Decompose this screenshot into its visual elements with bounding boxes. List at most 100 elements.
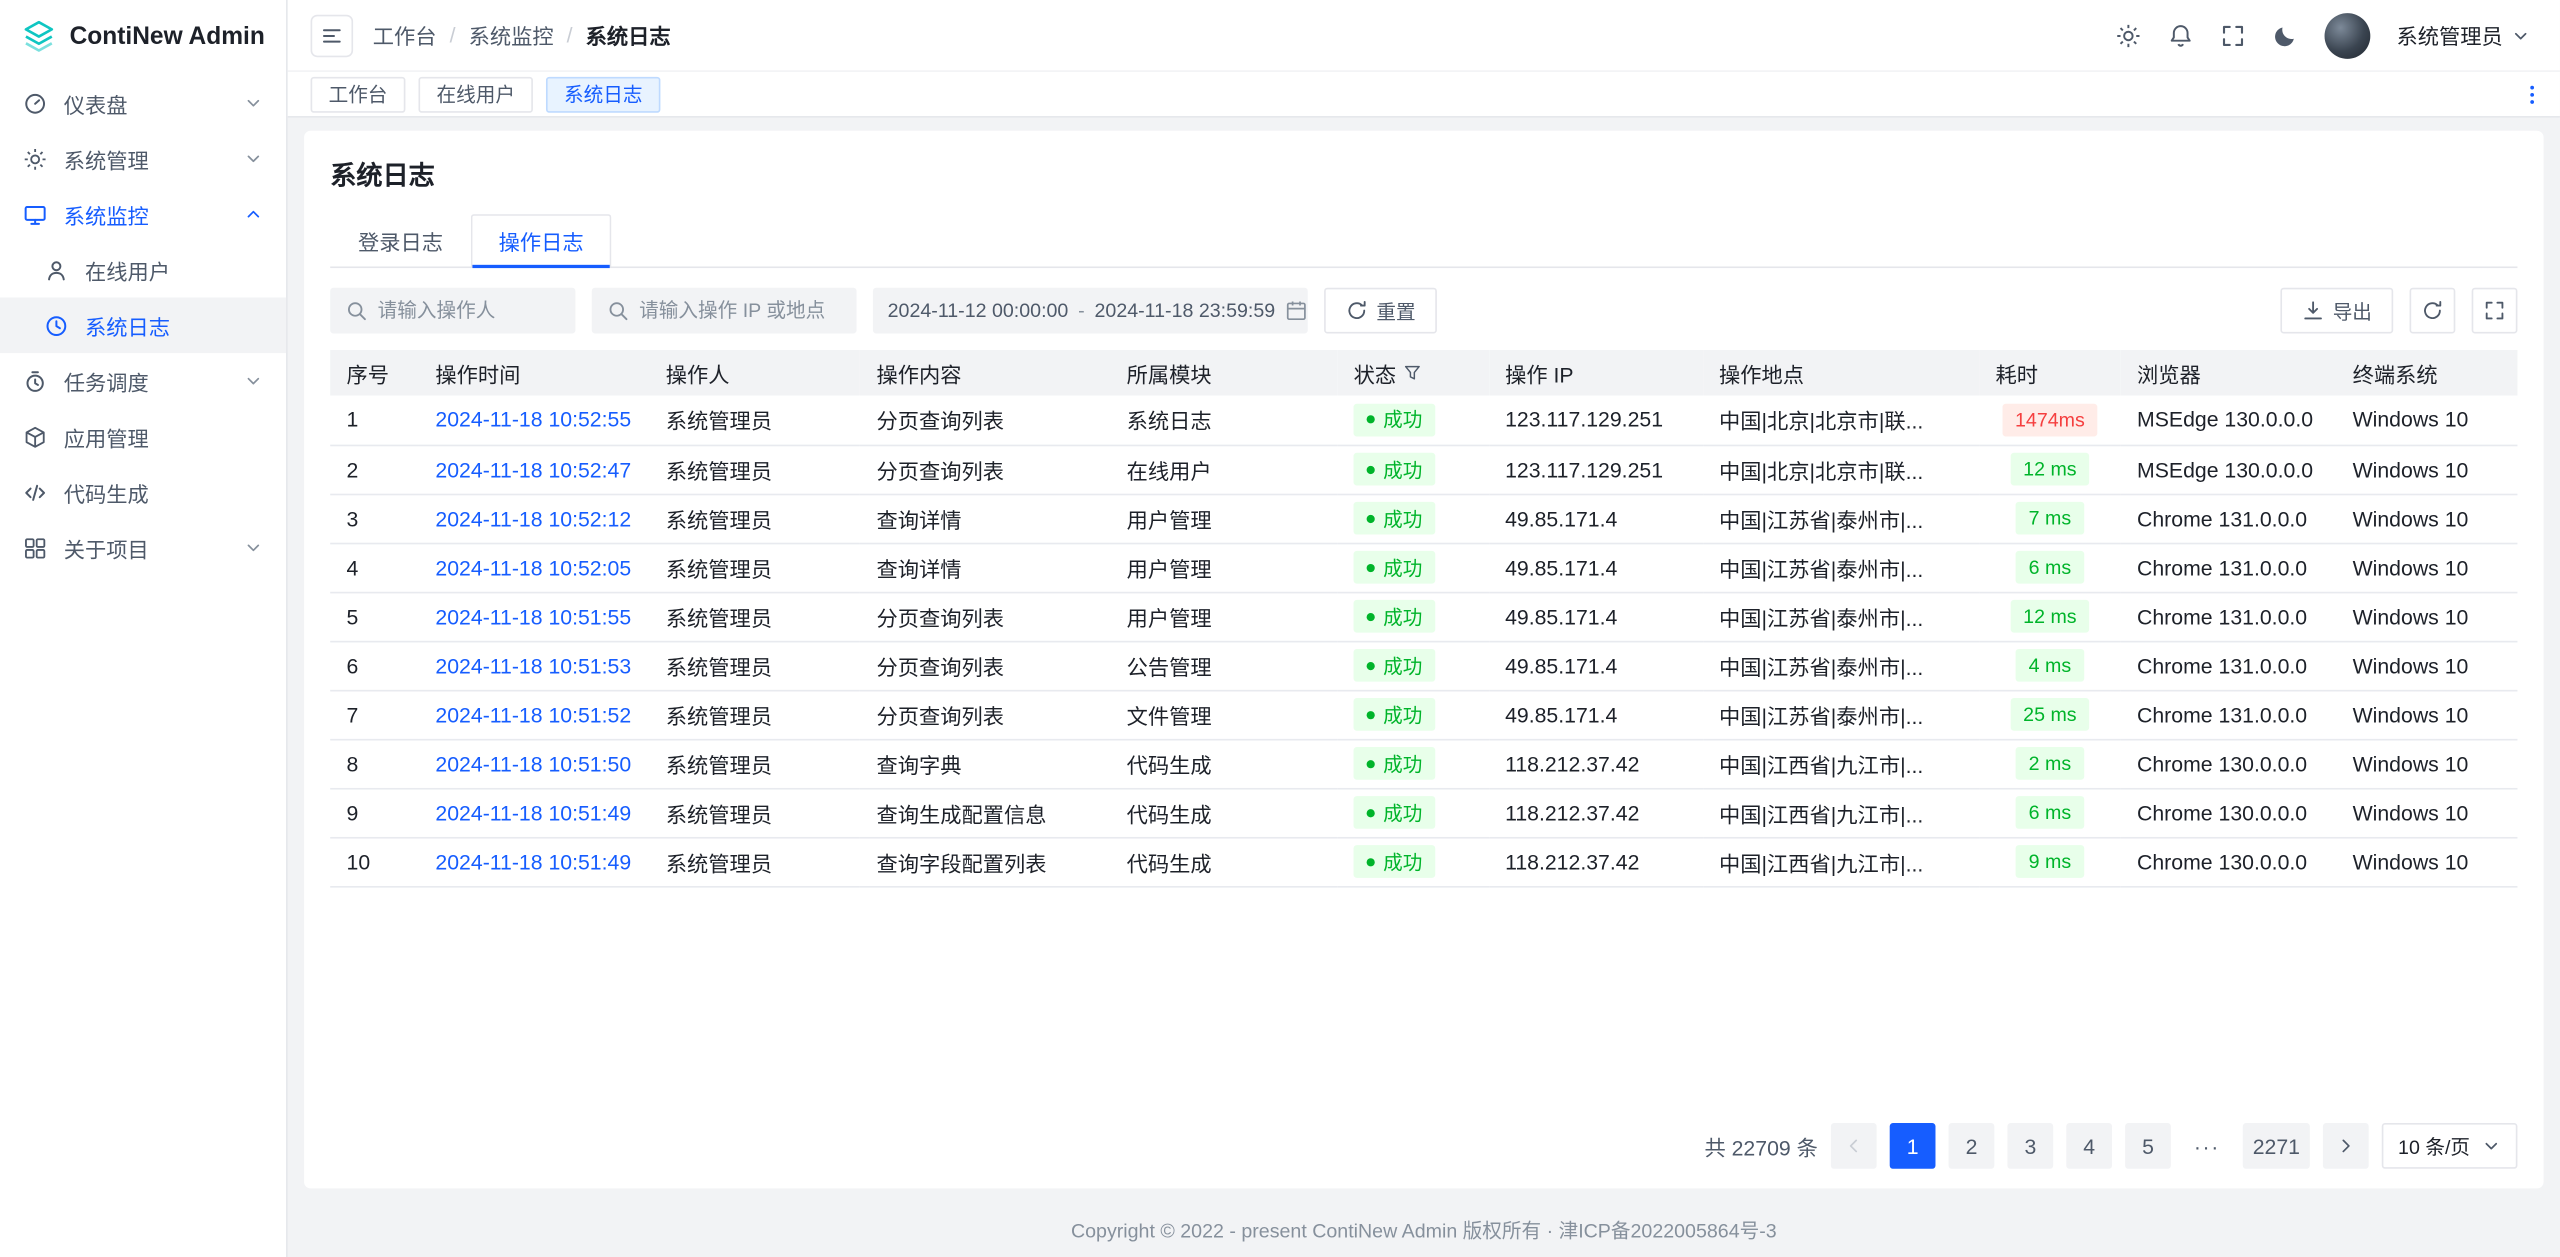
cell-ip: 49.85.171.4 [1489,494,1703,543]
log-time-link[interactable]: 2024-11-18 10:51:49 [435,800,631,825]
sidebar-item-code-generation[interactable]: 代码生成 [0,464,286,520]
cell-module: 公告管理 [1110,641,1337,690]
cell-location: 中国|江苏省|泰州市|... [1703,543,1979,592]
search-icon [345,299,368,322]
sidebar-item-about[interactable]: 关于项目 [0,520,286,576]
page-size-select[interactable]: 10 条/页 [2382,1123,2518,1169]
status-badge: 成功 [1354,698,1436,731]
cell-operator: 系统管理员 [649,837,860,886]
avatar[interactable] [2325,12,2371,58]
tab-workbench[interactable]: 工作台 [311,76,406,112]
sidebar-item-system-monitor[interactable]: 系统监控 [0,186,286,242]
cell-content: 分页查询列表 [860,445,1110,494]
log-time-link[interactable]: 2024-11-18 10:51:53 [435,653,631,678]
cell-content: 查询生成配置信息 [860,788,1110,837]
fullscreen-icon[interactable] [2220,22,2246,48]
cell-time: 2024-11-18 10:52:05 [419,543,649,592]
cell-ip: 49.85.171.4 [1489,592,1703,641]
sidebar: ContiNew Admin 仪表盘 系统管理 系统监控 在线用户 [0,0,288,1257]
sidebar-item-system-management[interactable]: 系统管理 [0,131,286,187]
ip-search [592,288,857,334]
col-header-content: 操作内容 [860,350,1110,396]
cell-index: 3 [330,494,419,543]
col-header-location: 操作地点 [1703,350,1979,396]
bell-icon[interactable] [2168,22,2194,48]
date-range-picker[interactable]: 2024-11-12 00:00:00 - 2024-11-18 23:59:5… [873,288,1308,334]
app-logo[interactable]: ContiNew Admin [0,0,286,72]
log-time-link[interactable]: 2024-11-18 10:52:55 [435,407,631,432]
page-button-4[interactable]: 4 [2066,1123,2112,1169]
sidebar-item-task-scheduler[interactable]: 任务调度 [0,353,286,409]
page-button-5[interactable]: 5 [2125,1123,2171,1169]
cell-module: 代码生成 [1110,837,1337,886]
tab-actions-icon[interactable] [2521,83,2544,106]
user-menu[interactable]: 系统管理员 [2396,20,2530,51]
log-time-link[interactable]: 2024-11-18 10:52:05 [435,555,631,580]
settings-icon[interactable] [2115,22,2141,48]
log-time-link[interactable]: 2024-11-18 10:51:52 [435,702,631,727]
ip-search-input[interactable] [639,299,842,322]
log-time-link[interactable]: 2024-11-18 10:52:12 [435,506,631,531]
cell-module: 用户管理 [1110,592,1337,641]
table-fullscreen-button[interactable] [2472,288,2518,334]
cell-content: 分页查询列表 [860,396,1110,445]
operator-search-input[interactable] [378,299,561,322]
page-button-1[interactable]: 1 [1890,1123,1936,1169]
cell-status: 成功 [1337,543,1488,592]
user-icon [44,257,69,282]
breadcrumb-item[interactable]: 系统监控 [469,20,554,51]
page-button-2271[interactable]: 2271 [2243,1123,2310,1169]
sidebar-item-label: 在线用户 [85,254,263,285]
cell-index: 9 [330,788,419,837]
log-time-link[interactable]: 2024-11-18 10:51:55 [435,604,631,629]
tab-online-users[interactable]: 在线用户 [419,76,533,112]
tab-login-log[interactable]: 登录日志 [330,214,471,268]
cell-index: 7 [330,690,419,739]
prev-page-button[interactable] [1831,1123,1877,1169]
table-row: 9 2024-11-18 10:51:49 系统管理员 查询生成配置信息 代码生… [330,788,2517,837]
log-time-link[interactable]: 2024-11-18 10:51:50 [435,751,631,776]
cell-browser: Chrome 130.0.0.0 [2121,837,2337,886]
cell-duration: 7 ms [1979,494,2121,543]
page-button-3[interactable]: 3 [2007,1123,2053,1169]
duration-badge: 12 ms [2010,600,2090,633]
cell-browser: MSEdge 130.0.0.0 [2121,445,2337,494]
sidebar-item-online-users[interactable]: 在线用户 [0,242,286,298]
sidebar-item-label: 系统监控 [64,199,227,230]
status-badge: 成功 [1354,453,1436,486]
content-area: 系统日志 登录日志 操作日志 2024-11-12 00:00: [288,118,2560,1202]
cell-location: 中国|江西省|九江市|... [1703,788,1979,837]
cell-status: 成功 [1337,739,1488,788]
tab-system-log[interactable]: 系统日志 [546,76,660,112]
sidebar-item-label: 系统日志 [85,310,263,341]
next-page-button[interactable] [2323,1123,2369,1169]
cell-operator: 系统管理员 [649,396,860,445]
tab-operation-log[interactable]: 操作日志 [471,214,612,268]
status-badge: 成功 [1354,649,1436,682]
log-time-link[interactable]: 2024-11-18 10:51:49 [435,849,631,874]
export-button[interactable]: 导出 [2280,288,2393,334]
refresh-table-button[interactable] [2410,288,2456,334]
cell-status: 成功 [1337,494,1488,543]
reset-button[interactable]: 重置 [1324,288,1437,334]
log-time-link[interactable]: 2024-11-18 10:52:47 [435,457,631,482]
cell-duration: 12 ms [1979,592,2121,641]
cell-location: 中国|北京|北京市|联... [1703,445,1979,494]
sidebar-item-app-management[interactable]: 应用管理 [0,409,286,465]
duration-badge: 6 ms [2016,796,2085,829]
cell-index: 1 [330,396,419,445]
sidebar-item-dashboard[interactable]: 仪表盘 [0,75,286,131]
moon-icon[interactable] [2272,22,2298,48]
refresh-icon [1345,299,1368,322]
sidebar-collapse-button[interactable] [311,14,354,57]
cell-module: 代码生成 [1110,788,1337,837]
timer-icon [23,369,48,394]
cell-time: 2024-11-18 10:51:50 [419,739,649,788]
breadcrumb-item[interactable]: 工作台 [373,20,437,51]
status-dot-icon [1367,661,1375,669]
sidebar-item-system-log[interactable]: 系统日志 [0,298,286,354]
cell-time: 2024-11-18 10:51:49 [419,837,649,886]
page-ellipsis[interactable]: ··· [2184,1123,2230,1169]
filter-icon[interactable] [1403,363,1423,383]
page-button-2[interactable]: 2 [1949,1123,1995,1169]
